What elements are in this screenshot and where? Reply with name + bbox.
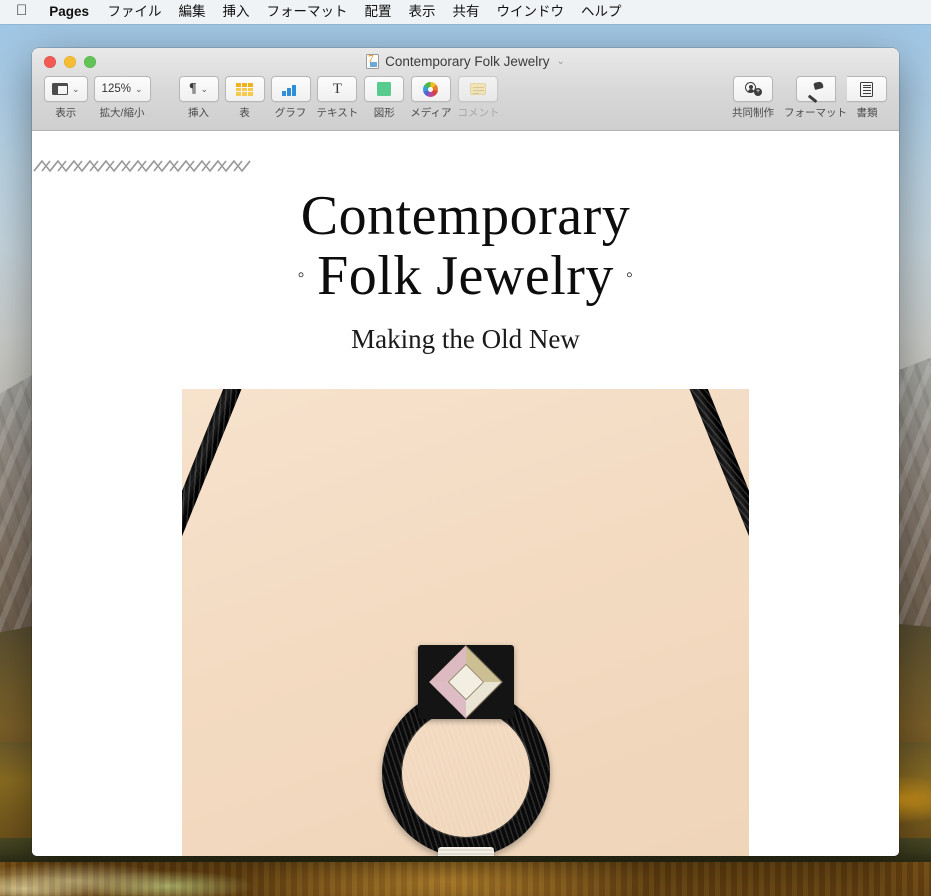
view-button[interactable]: ⌄	[44, 76, 88, 102]
page-title-line-2: Folk Jewelry	[317, 245, 614, 307]
chevron-down-icon: ⌄	[72, 83, 80, 94]
menu-item-edit[interactable]: 編集	[170, 0, 214, 24]
cord-left	[182, 389, 257, 659]
shape-button[interactable]	[364, 76, 405, 102]
comment-button-label: コメント	[457, 107, 500, 119]
menu-item-share[interactable]: 共有	[444, 0, 488, 24]
media-button[interactable]	[410, 76, 451, 102]
chart-button[interactable]	[270, 76, 311, 102]
collaborate-button[interactable]: +	[733, 76, 773, 102]
toolbar-group-view: ⌄ 表示 125% ⌄ 拡大/縮小	[44, 76, 151, 120]
document-lines-icon	[860, 81, 873, 97]
toolbar-group-right: + 共同制作	[732, 76, 774, 120]
white-wrapped-thread	[437, 847, 494, 856]
format-button-label: フォーマット	[784, 107, 847, 119]
toolbar-insert-item[interactable]: ¶ ⌄ 挿入	[178, 76, 219, 120]
document-canvas[interactable]: Contemporary ◦ Folk Jewelry ◦ Making the O…	[32, 131, 899, 856]
toolbar-media-item[interactable]: メディア	[410, 76, 451, 120]
ornament-circle-right-icon: ◦	[625, 264, 634, 287]
ornament-circle-left-icon: ◦	[297, 264, 306, 287]
media-button-label: メディア	[410, 107, 452, 119]
menu-item-view[interactable]: 表示	[400, 0, 444, 24]
menu-item-file[interactable]: ファイル	[99, 0, 170, 24]
menu-item-format[interactable]: フォーマット	[258, 0, 356, 24]
toolbar-format-item[interactable]: フォーマット	[784, 76, 847, 120]
pages-window: Contemporary Folk Jewelry ⌄ ⌄ 表示 125% ⌄	[32, 48, 899, 856]
shape-button-label: 図形	[373, 107, 395, 119]
cord-right	[674, 389, 749, 659]
view-panel-icon	[52, 83, 68, 95]
chevron-down-icon: ⌄	[134, 83, 143, 94]
text-button[interactable]: T	[317, 76, 358, 102]
toolbar: ⌄ 表示 125% ⌄ 拡大/縮小 ¶ ⌄ 挿入 表 グラフ T テキスト 図形…	[32, 75, 899, 130]
title-chevron-down-icon[interactable]: ⌄	[556, 56, 564, 67]
table-icon	[236, 82, 254, 96]
page-title-line-1: Contemporary	[300, 185, 631, 247]
menu-item-help[interactable]: ヘルプ	[573, 0, 631, 24]
insert-button-label: 挿入	[188, 107, 210, 119]
view-button-label: 表示	[55, 107, 77, 119]
toolbar-document-item[interactable]: 書類	[847, 76, 887, 120]
toolbar-comment-item[interactable]: コメント	[457, 76, 499, 120]
text-button-label: テキスト	[316, 107, 359, 119]
document-image-frame[interactable]	[182, 389, 749, 856]
window-title-group: Contemporary Folk Jewelry ⌄	[366, 54, 565, 69]
bar-chart-icon	[282, 83, 299, 96]
text-box-icon: T	[332, 80, 342, 97]
plus-badge: +	[754, 88, 762, 96]
zoom-value: 125%	[101, 83, 131, 95]
zoom-dropdown-button[interactable]: 125% ⌄	[93, 76, 151, 102]
apple-logo-icon[interactable]: 	[14, 0, 39, 23]
table-button[interactable]	[224, 76, 265, 102]
pages-document-icon	[366, 54, 380, 69]
paintbrush-format-icon	[807, 80, 824, 103]
shape-icon	[377, 82, 392, 96]
table-button-label: 表	[239, 107, 250, 119]
page-subtitle[interactable]: Making the Old New	[32, 323, 899, 355]
page-title-line-2-group: ◦ Folk Jewelry ◦	[32, 246, 899, 311]
window-titlebar[interactable]: Contemporary Folk Jewelry ⌄	[32, 48, 899, 75]
document-button-label: 書類	[856, 107, 878, 119]
zigzag-diamond-divider	[33, 159, 251, 173]
chevron-down-icon: ⌄	[200, 83, 209, 94]
toolbar-group-inspector: フォーマット 書類	[784, 76, 887, 120]
toolbar-group-insert: ¶ ⌄ 挿入 表 グラフ T テキスト 図形 メディア コメント	[178, 76, 499, 120]
add-person-icon: +	[744, 82, 762, 96]
window-chrome: Contemporary Folk Jewelry ⌄ ⌄ 表示 125% ⌄	[32, 48, 899, 131]
chart-button-label: グラフ	[274, 107, 307, 119]
necklace-photo[interactable]	[182, 389, 749, 856]
traffic-lights	[44, 56, 96, 68]
toolbar-shape-item[interactable]: 図形	[364, 76, 405, 120]
document-button[interactable]	[847, 76, 887, 102]
menu-item-app-name[interactable]: Pages	[39, 0, 99, 24]
comment-button[interactable]	[458, 76, 499, 102]
menu-item-insert[interactable]: 挿入	[214, 0, 258, 24]
toolbar-table-item[interactable]: 表	[224, 76, 265, 120]
toolbar-text-item[interactable]: T テキスト	[316, 76, 359, 120]
format-button[interactable]	[795, 76, 836, 103]
toolbar-chart-item[interactable]: グラフ	[270, 76, 311, 120]
toolbar-collaborate-item[interactable]: + 共同制作	[732, 76, 774, 120]
zoom-button[interactable]	[84, 56, 96, 68]
document-page[interactable]: Contemporary ◦ Folk Jewelry ◦ Making the O…	[32, 131, 899, 856]
comment-icon	[470, 83, 487, 95]
toolbar-view-item[interactable]: ⌄ 表示	[44, 76, 88, 120]
photos-media-icon	[423, 81, 439, 97]
patchwork-bead	[417, 645, 514, 720]
paragraph-icon: ¶	[188, 81, 197, 96]
close-button[interactable]	[44, 56, 56, 68]
toolbar-zoom-item[interactable]: 125% ⌄ 拡大/縮小	[93, 76, 151, 120]
menu-bar:  Pages ファイル 編集 挿入 フォーマット 配置 表示 共有 ウインドウ…	[0, 0, 931, 24]
zoom-button-label: 拡大/縮小	[99, 107, 145, 119]
menu-item-arrange[interactable]: 配置	[356, 0, 400, 24]
menu-item-window[interactable]: ウインドウ	[488, 0, 573, 24]
wallpaper-water-reflection	[0, 862, 931, 896]
collaborate-button-label: 共同制作	[732, 107, 774, 119]
window-title: Contemporary Folk Jewelry	[385, 54, 550, 69]
insert-button[interactable]: ¶ ⌄	[178, 76, 219, 102]
minimize-button[interactable]	[64, 56, 76, 68]
page-title[interactable]: Contemporary ◦ Folk Jewelry ◦	[32, 186, 899, 311]
